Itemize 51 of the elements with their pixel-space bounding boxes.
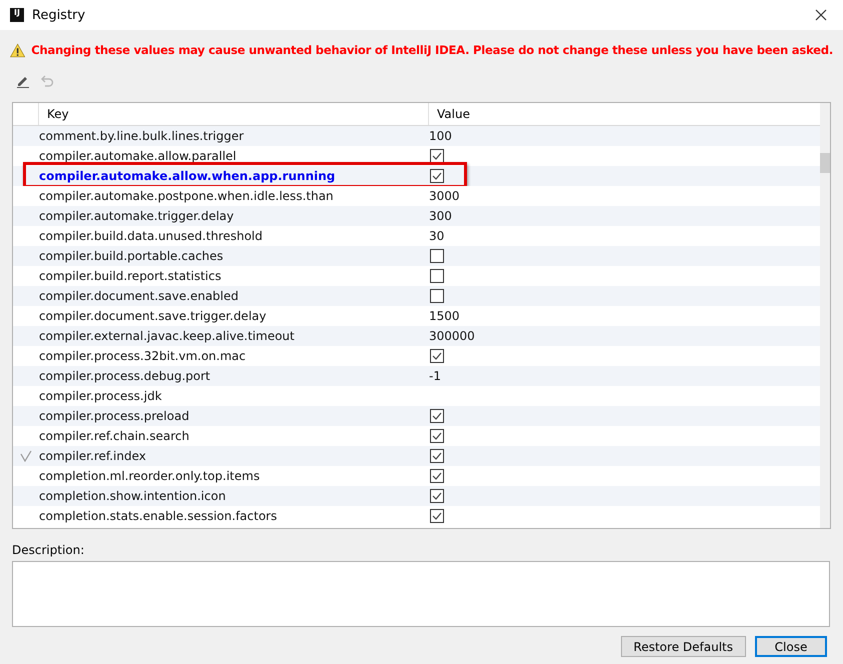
checkbox[interactable] <box>430 249 444 263</box>
checkbox[interactable] <box>430 169 444 183</box>
close-button[interactable]: Close <box>755 636 827 657</box>
key-cell-text: completion.ml.reorder.only.top.items <box>39 469 261 483</box>
key-cell-text: completion.show.intention.icon <box>39 489 227 503</box>
key-cell-text: compiler.ref.chain.search <box>39 429 190 443</box>
description-field[interactable] <box>12 561 830 627</box>
checkbox[interactable] <box>430 269 444 283</box>
key-cell-text: compiler.build.portable.caches <box>39 249 224 263</box>
key-cell-text: compiler.build.data.unused.threshold <box>39 229 264 243</box>
key-cell-text: compiler.automake.allow.parallel <box>39 149 238 163</box>
column-header[interactable]: Key <box>39 103 429 125</box>
value-cell-text: 1500 <box>428 309 460 323</box>
key-cell-text: compiler.build.report.statistics <box>39 269 222 283</box>
value-cell-text: -1 <box>428 369 441 383</box>
description-label: Description: <box>11 542 86 559</box>
key-cell-text: compiler.automake.trigger.delay <box>39 209 235 223</box>
key-cell-text: compiler.process.preload <box>39 409 190 423</box>
scrollbar[interactable] <box>820 103 830 528</box>
key-cell-text: compiler.automake.allow.when.app.running <box>39 169 336 183</box>
column-header[interactable]: Value <box>429 103 820 125</box>
key-cell-text: compiler.process.debug.port <box>39 369 212 383</box>
key-cell-text: comment.by.line.bulk.lines.trigger <box>39 129 245 143</box>
checkbox[interactable] <box>430 409 444 423</box>
warning-message: Changing these values may cause unwanted behavior of IntelliJ IDEA. Please do not change these unless you have been asked. <box>31 43 833 57</box>
value-cell-text: 30 <box>428 229 444 243</box>
checkbox[interactable] <box>430 429 444 443</box>
close-icon[interactable] <box>815 9 827 21</box>
value-cell-text: 100 <box>428 129 452 143</box>
restore-defaults-button[interactable]: Restore Defaults <box>620 636 746 657</box>
checkbox[interactable] <box>430 509 444 523</box>
window-title: Registry <box>32 8 86 22</box>
checkbox[interactable] <box>430 469 444 483</box>
checkbox[interactable] <box>430 349 444 363</box>
checkbox[interactable] <box>430 449 444 463</box>
checkbox[interactable] <box>430 489 444 503</box>
value-cell-text: 300 <box>428 209 452 223</box>
key-cell-text: compiler.process.jdk <box>39 389 163 403</box>
key-cell-text: compiler.document.save.enabled <box>39 289 240 303</box>
key-cell-text: compiler.automake.postpone.when.idle.less.than <box>39 189 334 203</box>
key-cell-text: compiler.document.save.trigger.delay <box>39 309 268 323</box>
key-cell-text: compiler.process.32bit.vm.on.mac <box>39 349 247 363</box>
checkbox[interactable] <box>430 289 444 303</box>
value-cell-text: 300000 <box>428 329 475 343</box>
key-cell-text: completion.stats.enable.session.factors <box>39 509 278 523</box>
key-cell-text: compiler.external.javac.keep.alive.timeout <box>39 329 296 343</box>
value-cell-text: 3000 <box>428 189 460 203</box>
pencil-icon[interactable] <box>16 74 30 88</box>
app-logo: IJ <box>10 8 24 22</box>
checkbox[interactable] <box>430 149 444 163</box>
key-cell-text: compiler.ref.index <box>39 449 147 463</box>
